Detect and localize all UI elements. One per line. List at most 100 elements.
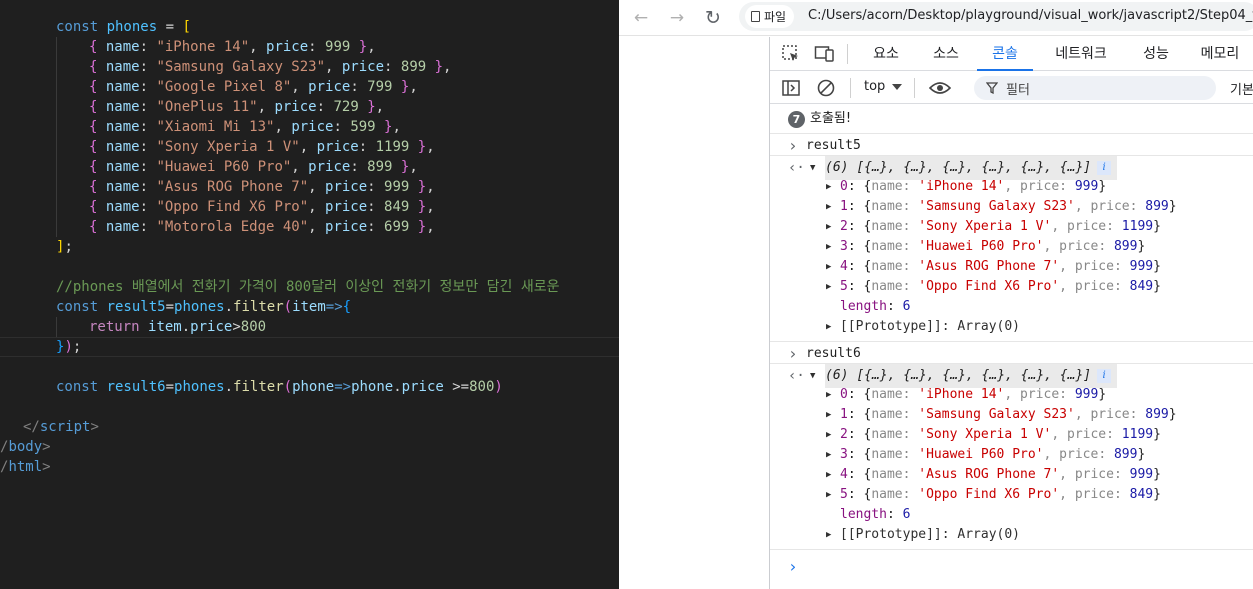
key-price: price [1059,239,1099,254]
array-item[interactable]: 2: {name: 'Sony Xperia 1 V', price: 1199… [840,425,1161,445]
array-item[interactable]: 0: {name: 'iPhone 14', price: 999} [840,177,1106,197]
code-line[interactable]: /html> [0,457,619,477]
omnibox[interactable]: 파일 C:/Users/acorn/Desktop/playground/vis… [739,2,1253,31]
punct: , [1051,427,1067,442]
code-token: : [384,59,401,75]
reload-icon[interactable]: ↻ [699,4,727,32]
code-line[interactable] [0,357,619,377]
punct: } [1153,487,1161,502]
tab-console[interactable]: 콘솔 [977,37,1033,71]
code-line[interactable]: //phones 배열에서 전화기 가격이 800달러 이상인 전화기 정보만 … [0,277,619,297]
array-item[interactable]: 1: {name: 'Samsung Galaxy S23', price: 8… [840,405,1177,425]
code-line[interactable]: const result6=phones.filter(phone=>phone… [0,377,619,397]
code-token: } [350,39,368,55]
code-token: : [139,39,157,55]
code-line[interactable] [0,257,619,277]
code-line[interactable]: { name: "Huawei P60 Pro", price: 899 }, [0,157,619,177]
code-token: . [224,299,234,315]
code-line[interactable]: { name: "Asus ROG Phone 7", price: 999 }… [0,177,619,197]
dropdown-caret-icon [892,83,903,90]
clear-console-icon[interactable] [815,77,837,99]
site-info-chip[interactable]: 파일 [745,5,795,28]
punct: : { [847,219,872,234]
code-line[interactable]: { name: "Sony Xperia 1 V", price: 1199 }… [0,137,619,157]
console-filter-input[interactable]: 필터 [974,76,1216,100]
code-line[interactable]: return item.price>800 [0,317,619,337]
array-item[interactable]: 4: {name: 'Asus ROG Phone 7', price: 999… [840,465,1161,485]
punct: : [1113,279,1130,294]
address-bar-row: ← → ↻ 파일 C:/Users/acorn/Desktop/playgrou… [619,0,1253,36]
code-text: { name: "Huawei P60 Pro", price: 899 }, [89,157,418,177]
code-line[interactable]: { name: "Motorola Edge 40", price: 699 }… [0,217,619,237]
code-line[interactable]: { name: "OnePlus 11", price: 729 }, [0,97,619,117]
array-item[interactable]: 5: {name: 'Oppo Find X6 Pro', price: 849… [840,485,1161,505]
code-token: { [89,159,106,175]
code-line[interactable]: /body> [0,437,619,457]
array-item[interactable]: 3: {name: 'Huawei P60 Pro', price: 899} [840,237,1145,257]
item-name-value: 'Sony Xperia 1 V' [918,427,1052,442]
tab-performance[interactable]: 성능 [1128,37,1184,71]
indent-guide [56,37,57,57]
item-index: 2 [840,427,848,442]
array-item[interactable]: 2: {name: 'Sony Xperia 1 V', price: 1199… [840,217,1161,237]
punct: : [902,239,919,254]
array-preview: [{…}, {…}, {…}, {…}, {…}, {…}] [856,160,1092,175]
key-price: price [1090,199,1130,214]
code-editor[interactable]: const phones = [{ name: "iPhone 14", pri… [0,0,619,589]
code-token: { [89,179,106,195]
code-line[interactable]: }); [0,337,619,357]
code-token: , [409,79,418,95]
punct: , [1059,467,1075,482]
info-icon[interactable]: i [1097,368,1112,383]
prototype-entry[interactable]: [[Prototype]]: Array(0) [840,317,1020,337]
code-line[interactable]: { name: "Xiaomi Mi 13", price: 599 }, [0,117,619,137]
array-item[interactable]: 3: {name: 'Huawei P60 Pro', price: 899} [840,445,1145,465]
console-output[interactable]: 7 호출됨! › result5 ‹· ▼ (6) [{…}, {…}, {…}, {…},… [770,105,1253,589]
tab-memory[interactable]: 메모리 [1188,37,1252,71]
code-token: : [316,99,334,115]
array-item[interactable]: 4: {name: 'Asus ROG Phone 7', price: 999… [840,257,1161,277]
array-item[interactable]: 5: {name: 'Oppo Find X6 Pro', price: 849… [840,277,1161,297]
code-token: : [308,39,326,55]
sidebar-toggle-icon[interactable] [780,77,802,99]
info-icon[interactable]: i [1097,160,1112,175]
code-token: "Xiaomi Mi 13" [156,119,275,135]
code-line[interactable]: const phones = [ [0,17,619,37]
code-line[interactable]: { name: "Oppo Find X6 Pro", price: 849 }… [0,197,619,217]
code-line[interactable]: const result5=phones.filter(item=>{ [0,297,619,317]
live-expression-eye-icon[interactable] [929,77,951,99]
tab-elements[interactable]: 요소 [858,37,914,71]
code-token: price [325,219,368,235]
tab-network[interactable]: 네트워크 [1040,37,1122,71]
code-token: : [367,219,385,235]
log-message: 호출됨! [810,111,852,126]
punct: : [886,507,903,522]
punct: } [1153,279,1161,294]
code-token: result5 [106,299,166,315]
code-token: : [139,119,157,135]
code-line[interactable]: { name: "Google Pixel 8", price: 799 }, [0,77,619,97]
code-line[interactable] [0,397,619,417]
array-length-row: length: 6 [770,297,1253,317]
back-icon[interactable]: ← [627,4,655,32]
log-levels-dropdown[interactable]: 기본 [1230,79,1253,98]
url-text[interactable]: C:/Users/acorn/Desktop/playground/visual… [808,8,1253,23]
code-token: const [56,19,107,35]
array-item[interactable]: 0: {name: 'iPhone 14', price: 999} [840,385,1106,405]
code-line[interactable]: { name: "iPhone 14", price: 999 }, [0,37,619,57]
item-price-value: 849 [1129,487,1154,502]
item-price-value: 999 [1074,179,1099,194]
item-index: 4 [840,259,848,274]
js-context-select[interactable]: top [864,79,903,94]
forward-icon[interactable]: → [663,4,691,32]
length-key: length [840,507,887,522]
device-toolbar-icon[interactable] [814,43,836,65]
code-text: }); [56,338,81,356]
array-item[interactable]: 1: {name: 'Samsung Galaxy S23', price: 8… [840,197,1177,217]
code-line[interactable]: </script> [0,417,619,437]
code-line[interactable]: { name: "Samsung Galaxy S23", price: 899… [0,57,619,77]
code-line[interactable]: ]; [0,237,619,257]
prototype-entry[interactable]: [[Prototype]]: Array(0) [840,525,1020,545]
inspect-element-icon[interactable] [780,43,802,65]
tab-sources[interactable]: 소스 [918,37,974,71]
